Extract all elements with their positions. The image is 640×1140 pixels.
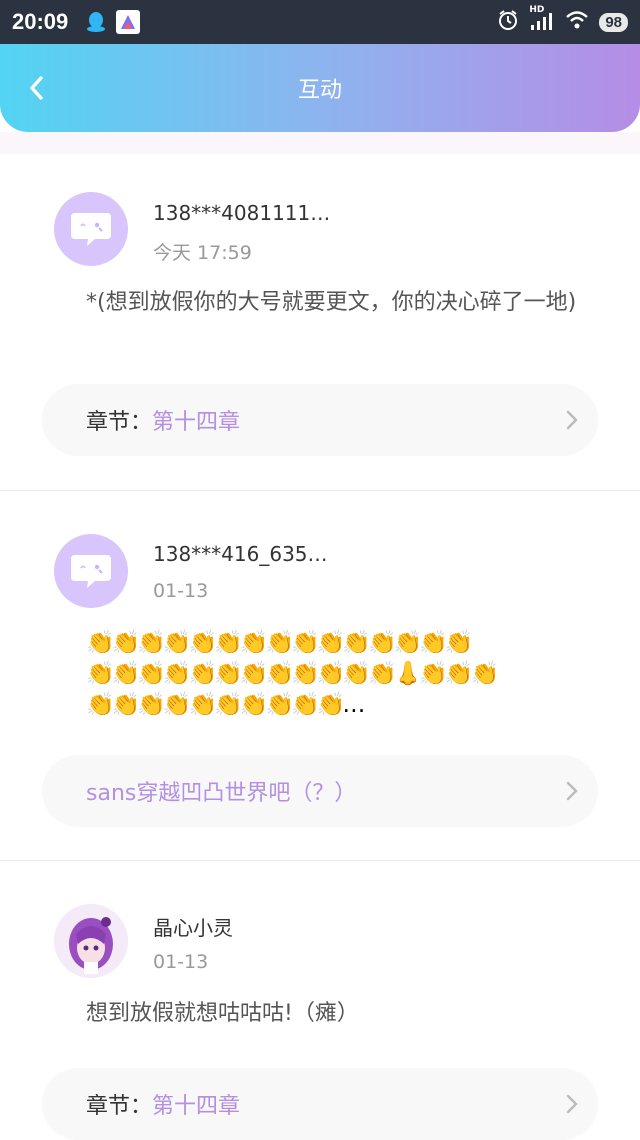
- chevron-right-icon: [566, 1094, 578, 1114]
- page-title: 互动: [297, 78, 342, 103]
- back-button[interactable]: [18, 70, 54, 106]
- wifi-icon: [565, 10, 589, 34]
- chat-bubble-icon: [71, 213, 111, 246]
- post-content: 想到放假就想咕咕咕!（瘫）: [86, 1001, 359, 1026]
- post-card: 晶心小灵 01-13 想到放假就想咕咕咕!（瘫） 章节： 第十四章: [0, 860, 640, 1140]
- chapter-name: sans穿越凹凸世界吧（？）: [86, 781, 357, 806]
- avatar[interactable]: [54, 534, 128, 608]
- battery-indicator: 98: [599, 12, 628, 32]
- username[interactable]: 晶心小灵: [153, 912, 233, 941]
- status-bar: 20:09 HD 98: [0, 0, 640, 44]
- qq-icon: [84, 10, 108, 34]
- post-content-line: 👏👏👏👏👏👏👏👏👏👏👏👏👏👏👏: [86, 630, 474, 656]
- chapter-name: 第十四章: [152, 410, 241, 435]
- status-time: 20:09: [12, 9, 69, 34]
- chapter-label: 章节：: [86, 1094, 153, 1119]
- top-spacer: [0, 132, 640, 154]
- username[interactable]: 138***416_635…: [153, 542, 328, 566]
- hd-label: HD: [529, 5, 545, 15]
- alarm-icon: [497, 9, 519, 35]
- post-card: 138***416_635… 01-13 👏👏👏👏👏👏👏👏👏👏👏👏👏👏👏 👏👏👏…: [0, 490, 640, 860]
- anime-avatar-image: [54, 904, 128, 978]
- username[interactable]: 138***4081111…: [153, 201, 330, 225]
- avatar[interactable]: [54, 904, 128, 978]
- chevron-right-icon: [566, 410, 578, 430]
- chapter-link[interactable]: 章节： 第十四章: [42, 384, 598, 456]
- chevron-left-icon: [30, 76, 43, 100]
- chapter-name: 第十四章: [152, 1094, 241, 1119]
- app-icon: [116, 10, 141, 34]
- post-content-line: 👏👏👏👏👏👏👏👏👏👏…: [86, 692, 365, 718]
- post-time: 01-13: [153, 951, 209, 973]
- signal-icon: HD: [529, 5, 555, 35]
- post-content-line: 👏👏👏👏👏👏👏👏👏👏👏👏👃👏👏👏: [86, 661, 499, 687]
- post-card: 138***4081111… 今天 17:59 *(想到放假你的大号就要更文，你…: [0, 154, 640, 490]
- chapter-link[interactable]: 章节： 第十四章: [42, 1068, 598, 1140]
- chevron-right-icon: [566, 781, 578, 801]
- post-time: 01-13: [153, 580, 209, 602]
- post-content: *(想到放假你的大号就要更文，你的决心碎了一地): [86, 290, 577, 315]
- header-bar: 互动: [0, 44, 640, 132]
- chat-bubble-icon: [71, 555, 111, 588]
- chapter-label: 章节：: [86, 410, 153, 435]
- post-content: 👏👏👏👏👏👏👏👏👏👏👏👏👏👏👏 👏👏👏👏👏👏👏👏👏👏👏👏👃👏👏👏 👏👏👏👏👏👏👏…: [86, 628, 566, 721]
- chapter-link[interactable]: sans穿越凹凸世界吧（？）: [42, 755, 598, 827]
- avatar[interactable]: [54, 192, 128, 266]
- post-time: 今天 17:59: [153, 242, 252, 264]
